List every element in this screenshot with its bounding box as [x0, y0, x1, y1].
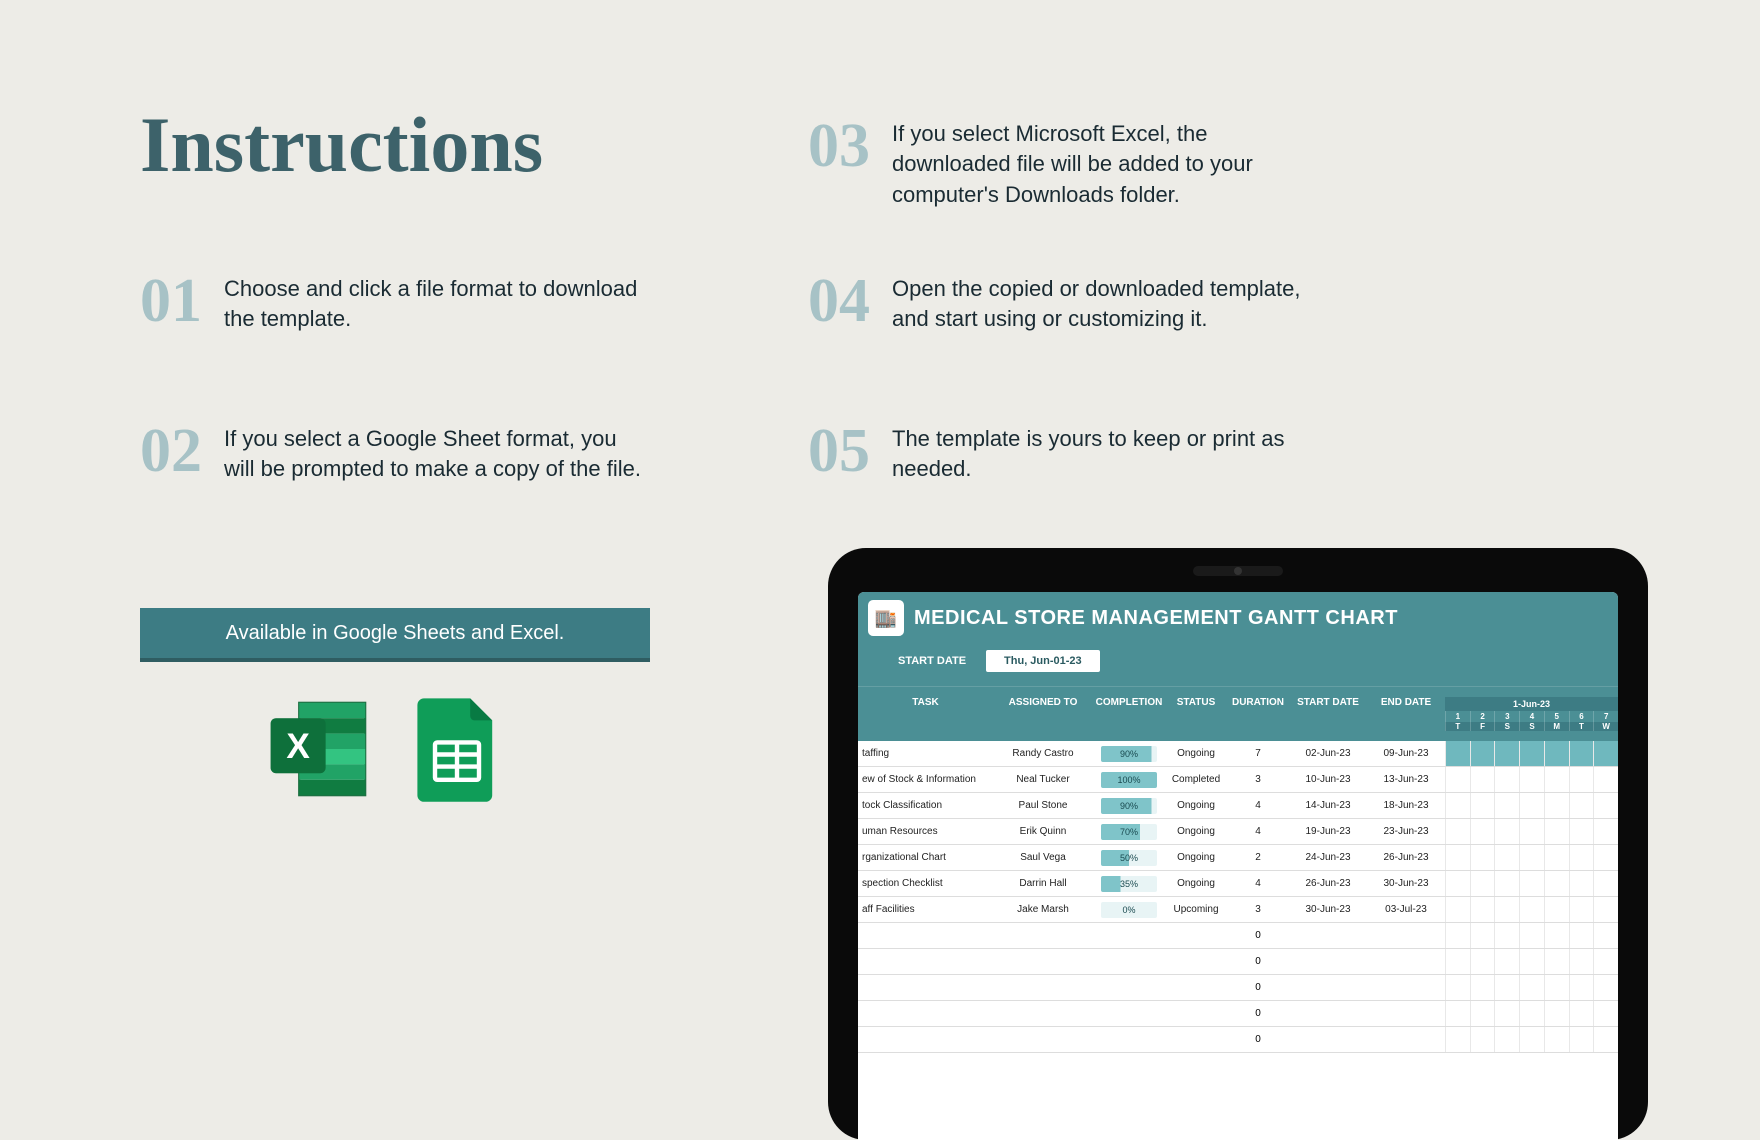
step-number: 04	[808, 270, 870, 332]
step-01: 01 Choose and click a file format to dow…	[140, 270, 644, 335]
sheet-title: MEDICAL STORE MANAGEMENT GANTT CHART	[914, 607, 1398, 630]
step-04: 04 Open the copied or downloaded templat…	[808, 270, 1312, 335]
availability-banner: Available in Google Sheets and Excel.	[140, 608, 650, 662]
step-05: 05 The template is yours to keep or prin…	[808, 420, 1312, 485]
format-icons: X	[264, 694, 512, 804]
col-status: STATUS	[1165, 697, 1227, 731]
col-duration: DURATION	[1227, 697, 1289, 731]
table-row-empty: 0	[858, 923, 1618, 949]
spreadsheet-preview: 🏬 MEDICAL STORE MANAGEMENT GANTT CHART S…	[858, 592, 1618, 1140]
col-task: TASK	[858, 697, 993, 731]
gantt-weekday: M	[1544, 722, 1569, 731]
gantt-day: 2	[1470, 711, 1495, 722]
page-title: Instructions	[140, 100, 543, 190]
step-text: If you select Microsoft Excel, the downl…	[892, 115, 1312, 210]
google-sheets-icon[interactable]	[402, 694, 512, 804]
col-completion: COMPLETION	[1093, 697, 1165, 731]
gantt-weekday: T	[1569, 722, 1594, 731]
col-start-date: START DATE	[1289, 697, 1367, 731]
step-number: 05	[808, 420, 870, 482]
gantt-day: 5	[1544, 711, 1569, 722]
gantt-weekday: T	[1445, 722, 1470, 731]
col-end-date: END DATE	[1367, 697, 1445, 731]
start-date-label: START DATE	[898, 655, 966, 667]
tablet-mockup: 🏬 MEDICAL STORE MANAGEMENT GANTT CHART S…	[828, 548, 1648, 1140]
start-date-value: Thu, Jun-01-23	[986, 650, 1100, 672]
table-row-empty: 0	[858, 975, 1618, 1001]
column-headers: TASK ASSIGNED TO COMPLETION STATUS DURAT…	[858, 686, 1618, 741]
gantt-month: 1-Jun-23	[1445, 697, 1618, 711]
table-row: rganizational ChartSaul Vega50%Ongoing22…	[858, 845, 1618, 871]
sheet-header: 🏬 MEDICAL STORE MANAGEMENT GANTT CHART	[858, 592, 1618, 644]
start-date-row: START DATE Thu, Jun-01-23	[858, 644, 1618, 686]
gantt-weekday: F	[1470, 722, 1495, 731]
gantt-day: 1	[1445, 711, 1470, 722]
step-text: Open the copied or downloaded template, …	[892, 270, 1312, 335]
table-row: tock ClassificationPaul Stone90%Ongoing4…	[858, 793, 1618, 819]
gantt-day: 7	[1593, 711, 1618, 722]
step-02: 02 If you select a Google Sheet format, …	[140, 420, 644, 485]
step-03: 03 If you select Microsoft Excel, the do…	[808, 115, 1312, 210]
step-number: 02	[140, 420, 202, 482]
table-row-empty: 0	[858, 1027, 1618, 1053]
step-number: 03	[808, 115, 870, 177]
table-row: uman ResourcesErik Quinn70%Ongoing419-Ju…	[858, 819, 1618, 845]
tablet-camera-icon	[1234, 567, 1242, 575]
step-number: 01	[140, 270, 202, 332]
gantt-header: 1-Jun-23 1234567 TFSSMTW	[1445, 697, 1618, 731]
gantt-day: 3	[1494, 711, 1519, 722]
sheet-logo-icon: 🏬	[868, 600, 904, 636]
gantt-day: 6	[1569, 711, 1594, 722]
gantt-weekday: S	[1519, 722, 1544, 731]
step-text: The template is yours to keep or print a…	[892, 420, 1312, 485]
table-row-empty: 0	[858, 1001, 1618, 1027]
svg-text:X: X	[286, 727, 310, 766]
gantt-day: 4	[1519, 711, 1544, 722]
table-row: aff FacilitiesJake Marsh0%Upcoming330-Ju…	[858, 897, 1618, 923]
gantt-weekday: W	[1593, 722, 1618, 731]
excel-icon[interactable]: X	[264, 694, 374, 804]
table-row: taffingRandy Castro90%Ongoing702-Jun-230…	[858, 741, 1618, 767]
step-text: Choose and click a file format to downlo…	[224, 270, 644, 335]
col-assigned: ASSIGNED TO	[993, 697, 1093, 731]
table-row: ew of Stock & InformationNeal Tucker100%…	[858, 767, 1618, 793]
step-text: If you select a Google Sheet format, you…	[224, 420, 644, 485]
table-row-empty: 0	[858, 949, 1618, 975]
table-row: spection ChecklistDarrin Hall35%Ongoing4…	[858, 871, 1618, 897]
gantt-weekday: S	[1494, 722, 1519, 731]
